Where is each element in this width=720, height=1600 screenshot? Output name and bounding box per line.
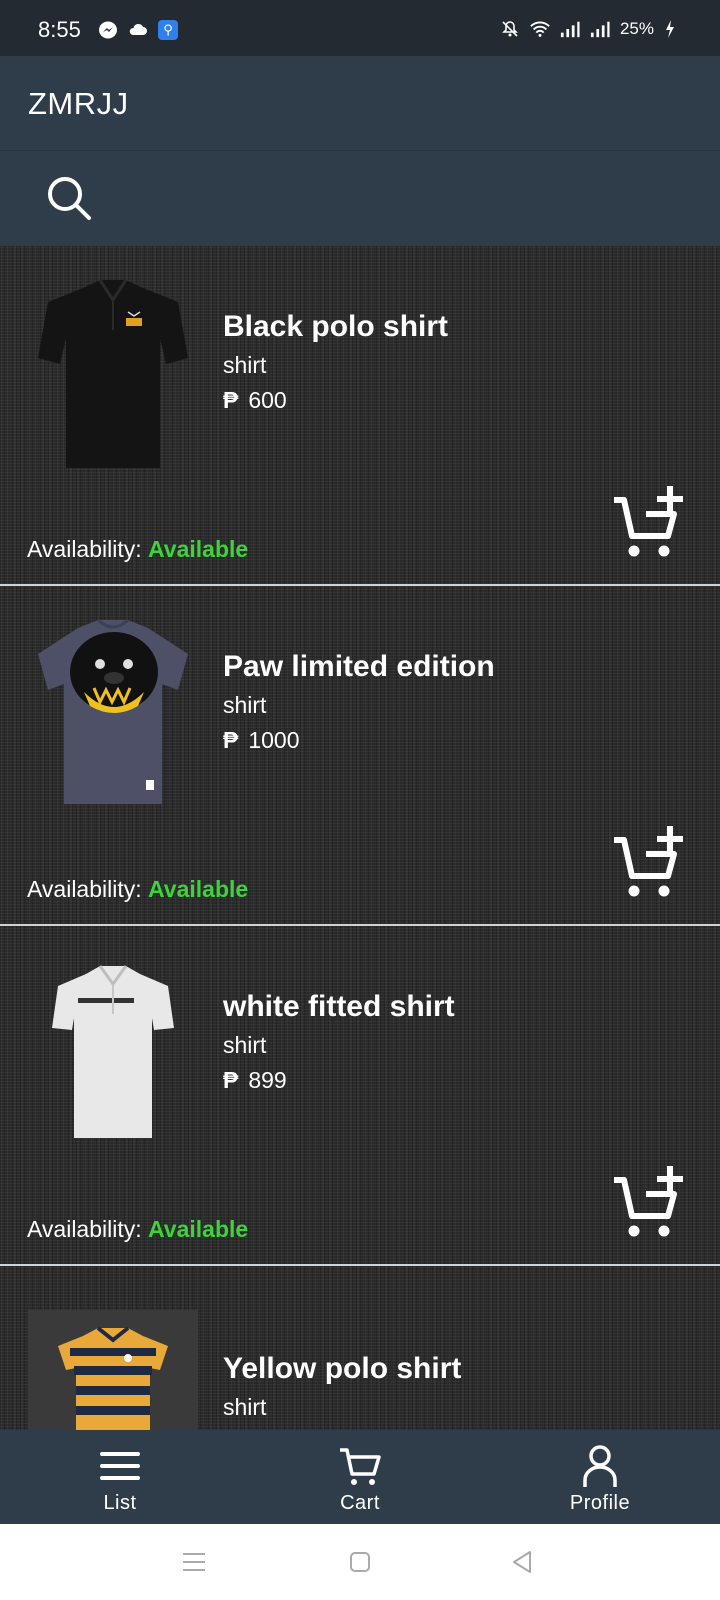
cart-icon	[340, 1448, 381, 1485]
product-info: white fitted shirt shirt ₱ 899	[223, 990, 455, 1094]
price-value: 899	[248, 1067, 287, 1093]
product-image	[52, 965, 174, 1138]
availability-status: Available	[148, 536, 249, 562]
product-price: ₱ 899	[223, 1067, 455, 1094]
product-info: Black polo shirt shirt ₱ 600	[223, 310, 448, 414]
product-price: ₱ 1000	[223, 727, 495, 754]
availability-label: Availability:	[27, 1216, 142, 1242]
nav-cart[interactable]: Cart	[240, 1430, 480, 1524]
back-icon[interactable]	[506, 1546, 538, 1578]
product-info: Yellow polo shirt shirt ₱799	[223, 1352, 461, 1430]
battery-level: 25%	[619, 19, 654, 38]
availability: Availability: Available	[27, 536, 248, 563]
person-icon	[583, 1445, 617, 1487]
product-name: white fitted shirt	[223, 990, 455, 1023]
nav-profile-label: Profile	[569, 1492, 631, 1514]
price-value: 1000	[248, 727, 300, 753]
signal-icon	[590, 21, 610, 38]
add-to-cart-icon[interactable]	[612, 826, 686, 900]
product-name: Yellow polo shirt	[223, 1352, 462, 1385]
currency-symbol: ₱	[223, 1067, 239, 1093]
search-icon[interactable]	[44, 173, 94, 223]
signal-icon	[560, 21, 580, 38]
product-card[interactable]: white fitted shirt shirt ₱ 899 Availabili…	[0, 926, 720, 1266]
product-card[interactable]: Paw limited edition shirt ₱ 1000 Availabi…	[0, 586, 720, 926]
product-name: Black polo shirt	[223, 310, 449, 343]
product-price: ₱ 600	[223, 387, 448, 414]
availability: Availability: Available	[27, 876, 248, 903]
currency-symbol: ₱	[223, 727, 239, 753]
system-nav-bar	[0, 1524, 720, 1600]
cloud-icon	[129, 23, 147, 35]
product-image	[38, 279, 188, 468]
availability-status: Available	[148, 1216, 249, 1242]
availability-status: Available	[148, 876, 249, 902]
product-category: shirt	[223, 352, 267, 378]
usb-icon: ⚲	[158, 20, 178, 40]
product-card[interactable]: Black polo shirt shirt ₱ 600 Availability…	[0, 246, 720, 586]
product-category: shirt	[223, 1032, 267, 1058]
product-image	[38, 618, 188, 804]
add-to-cart-icon[interactable]	[612, 1166, 686, 1240]
availability-label: Availability:	[27, 876, 142, 902]
nav-profile[interactable]: Profile	[480, 1430, 720, 1524]
add-to-cart-icon[interactable]	[612, 486, 686, 560]
product-info: Paw limited edition shirt ₱ 1000	[223, 650, 495, 754]
nav-cart-label: Cart	[340, 1492, 380, 1514]
app-bar: ZMRJJ	[0, 56, 720, 150]
status-left-icons: ⚲	[98, 20, 178, 40]
status-time: 8:55	[38, 17, 81, 42]
app-title: ZMRJJ	[28, 86, 129, 121]
product-list[interactable]: Black polo shirt shirt ₱ 600 Availability…	[0, 246, 720, 1430]
nav-list-label: List	[103, 1492, 137, 1514]
home-icon[interactable]	[344, 1546, 376, 1578]
availability: Availability: Available	[27, 1216, 248, 1243]
status-bar: 8:55 ⚲ 25%	[0, 0, 720, 56]
mute-bell-icon	[502, 21, 518, 37]
menu-icon	[100, 1452, 140, 1480]
wifi-icon	[530, 21, 550, 37]
nav-list[interactable]: List	[0, 1430, 240, 1524]
currency-symbol: ₱	[223, 387, 239, 413]
product-card[interactable]: Yellow polo shirt shirt ₱799	[0, 1266, 720, 1430]
recent-apps-icon[interactable]	[178, 1546, 210, 1578]
bottom-nav: List Cart Profile	[0, 1430, 720, 1524]
status-right-icons: 25%	[500, 19, 676, 39]
charging-icon	[666, 20, 674, 38]
product-category: shirt	[223, 1394, 267, 1420]
availability-label: Availability:	[27, 536, 142, 562]
product-image	[28, 1310, 198, 1430]
product-category: shirt	[223, 692, 267, 718]
messenger-icon	[99, 21, 117, 39]
price-value: 600	[248, 387, 287, 413]
search-bar	[0, 150, 720, 246]
product-name: Paw limited edition	[223, 650, 495, 683]
